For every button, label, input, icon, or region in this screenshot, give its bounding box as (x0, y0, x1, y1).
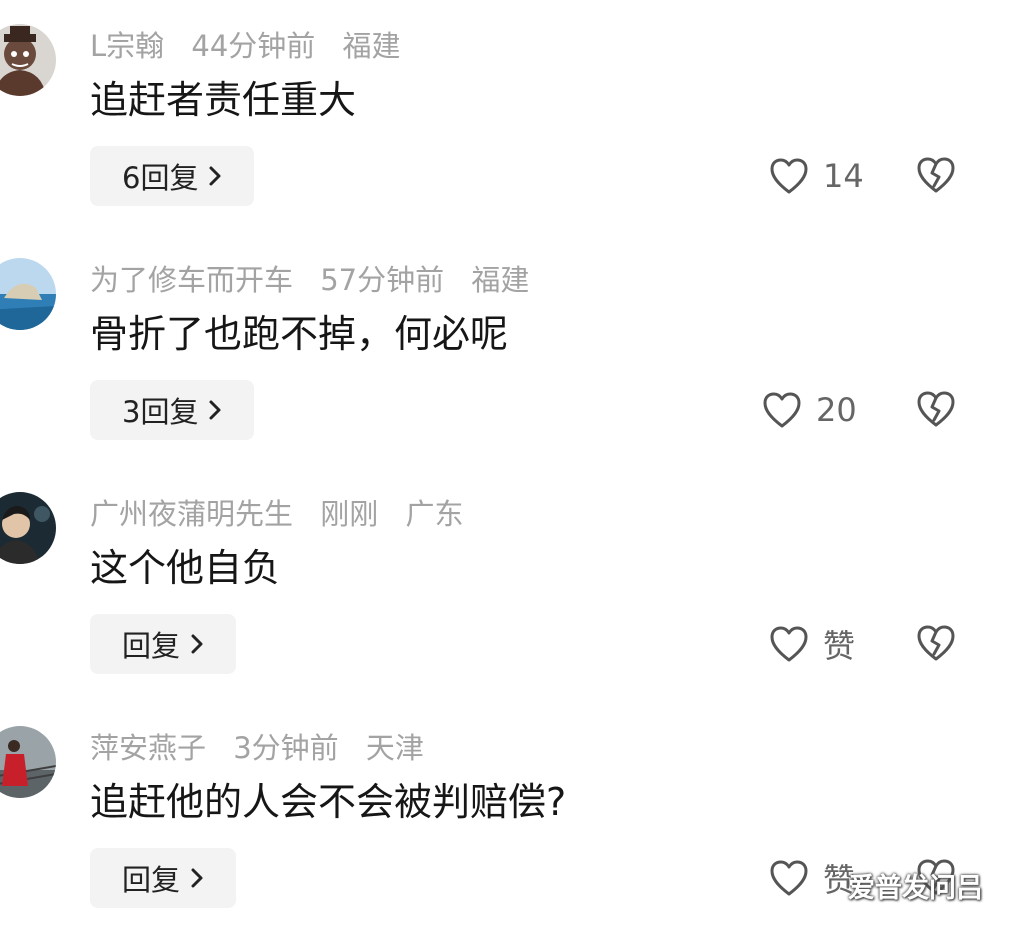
username[interactable]: 广州夜蒲明先生 (90, 497, 293, 531)
coastal-landscape-avatar (0, 258, 56, 330)
timestamp: 3分钟前 (233, 731, 339, 765)
heart-outline-icon (763, 392, 801, 428)
timestamp: 57分钟前 (320, 263, 445, 297)
comment-item: 为了修车而开车 57分钟前 福建 骨折了也跑不掉，何必呢 3回复 20 (0, 234, 1009, 468)
like-button[interactable]: 14 (769, 152, 864, 200)
location: 福建 (471, 263, 530, 297)
like-button[interactable]: 赞 (769, 620, 855, 668)
reply-button[interactable]: 回复 (90, 848, 237, 908)
comment-meta: 为了修车而开车 57分钟前 福建 (90, 260, 547, 300)
location: 广东 (405, 497, 464, 531)
comment-item: L宗翰 44分钟前 福建 追赶者责任重大 6回复 14 (0, 0, 1009, 234)
avatar[interactable] (0, 24, 56, 96)
dislike-button[interactable] (916, 624, 956, 662)
avatar[interactable] (0, 258, 56, 330)
avatar[interactable] (0, 492, 56, 564)
dislike-button[interactable] (916, 156, 956, 194)
reply-button[interactable]: 6回复 (90, 146, 255, 206)
location: 天津 (365, 731, 424, 765)
reply-label: 3回复 (122, 395, 199, 429)
timestamp: 刚刚 (320, 497, 379, 531)
comment-meta: 萍安燕子 3分钟前 天津 (90, 728, 442, 768)
reply-button[interactable]: 3回复 (90, 380, 255, 440)
like-count: 20 (816, 391, 857, 429)
like-button[interactable]: 赞 (769, 854, 855, 902)
like-count: 14 (823, 157, 864, 195)
chevron-right-icon (209, 166, 221, 186)
reply-button[interactable]: 回复 (90, 614, 237, 674)
chevron-right-icon (209, 400, 221, 420)
watermark: 爱普发问吕 (848, 873, 983, 904)
broken-heart-icon (917, 157, 955, 193)
comment-meta: L宗翰 44分钟前 福建 (90, 26, 419, 66)
username[interactable]: 萍安燕子 (90, 731, 206, 765)
chevron-right-icon (191, 634, 203, 654)
reply-label: 6回复 (122, 161, 199, 195)
like-button[interactable]: 20 (762, 386, 857, 434)
like-label: 赞 (823, 627, 856, 665)
broken-heart-icon (917, 625, 955, 661)
portrait-photo-avatar (0, 492, 56, 564)
reply-label: 回复 (122, 863, 181, 897)
cartoon-character-avatar (0, 24, 56, 96)
comment-text: 追赶者责任重大 (90, 78, 357, 122)
comment-text: 骨折了也跑不掉，何必呢 (90, 312, 509, 356)
reply-label: 回复 (122, 629, 181, 663)
location: 福建 (342, 29, 401, 63)
comment-text: 追赶他的人会不会被判赔偿? (90, 780, 567, 824)
comment-text: 这个他自负 (90, 546, 281, 590)
username[interactable]: L宗翰 (90, 29, 164, 63)
heart-outline-icon (770, 626, 808, 662)
avatar[interactable] (0, 726, 56, 798)
username[interactable]: 为了修车而开车 (90, 263, 293, 297)
dislike-button[interactable] (916, 390, 956, 428)
broken-heart-icon (917, 391, 955, 427)
heart-outline-icon (770, 158, 808, 194)
person-outdoor-avatar (0, 726, 56, 798)
chevron-right-icon (191, 868, 203, 888)
timestamp: 44分钟前 (191, 29, 316, 63)
comment-meta: 广州夜蒲明先生 刚刚 广东 (90, 494, 481, 534)
heart-outline-icon (770, 860, 808, 896)
comment-item: 广州夜蒲明先生 刚刚 广东 这个他自负 回复 赞 (0, 468, 1009, 702)
